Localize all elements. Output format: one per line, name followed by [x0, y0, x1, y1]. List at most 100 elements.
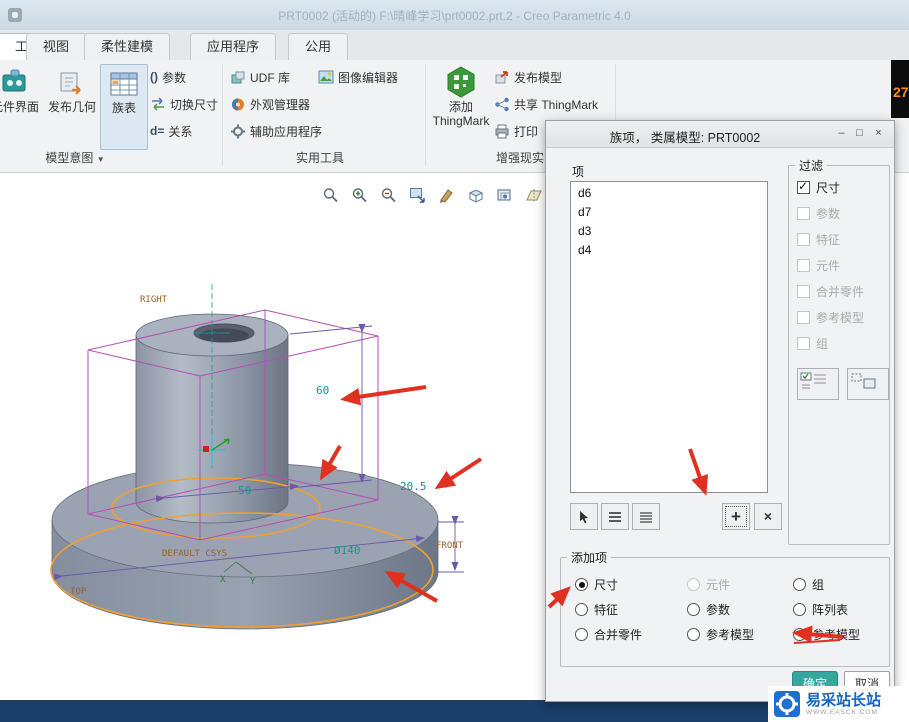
udf-library-icon	[231, 71, 245, 83]
datum-front-label[interactable]: FRONT	[436, 541, 464, 551]
copy-settings-button[interactable]	[847, 368, 889, 400]
dim-50[interactable]: 50	[238, 484, 251, 497]
dim-140[interactable]: Ø140	[334, 544, 361, 557]
zoom-in-button[interactable]	[347, 184, 373, 207]
filter-feature[interactable]: 特征	[789, 226, 889, 252]
list-item[interactable]: d3	[571, 222, 767, 241]
dim-60[interactable]: 60	[316, 384, 329, 397]
filter-dimension[interactable]: 尺寸	[789, 174, 889, 200]
radio-icon[interactable]	[687, 578, 700, 591]
filter-parameter[interactable]: 参数	[789, 200, 889, 226]
image-editor-button[interactable]: 图像编辑器	[318, 66, 398, 88]
publish-geometry-button[interactable]: 发布几何	[44, 64, 100, 148]
radio-dimension[interactable]: 尺寸	[575, 572, 687, 597]
filter-component[interactable]: 元件	[789, 252, 889, 278]
select-arrow-button[interactable]	[570, 503, 598, 530]
dialog-maximize-button[interactable]: □	[851, 126, 868, 142]
radio-selected-icon[interactable]	[575, 578, 588, 591]
radio-icon[interactable]	[575, 603, 588, 616]
share-thingmark-button[interactable]: 共享 ThingMark	[494, 93, 598, 115]
model-canvas[interactable]: 60 20.5 50 Ø140 RIGHT FRONT TOP DEFAULT …	[0, 172, 545, 702]
appearance-manager-button[interactable]: 外观管理器	[230, 93, 310, 115]
datum-top-label[interactable]: TOP	[70, 587, 87, 597]
checkbox-checked-icon[interactable]	[797, 179, 810, 194]
datum-right-label[interactable]: RIGHT	[140, 295, 168, 305]
image-editor-icon	[318, 70, 334, 84]
checkbox-icon[interactable]	[797, 336, 810, 350]
list-item[interactable]: d4	[571, 241, 767, 260]
axis-x-label: X	[220, 575, 226, 585]
radio-component[interactable]: 元件	[687, 572, 793, 597]
graphics-toolbar	[318, 184, 576, 208]
radio-pattern-table[interactable]: 阵列表	[793, 597, 889, 622]
radio-merge-part[interactable]: 合并零件	[575, 622, 687, 647]
radio-icon[interactable]	[575, 628, 588, 641]
axis-y-label: Y	[250, 577, 256, 587]
checkbox-icon[interactable]	[797, 258, 810, 272]
switch-dimensions-button[interactable]: 切换尺寸	[150, 93, 218, 115]
dialog-minimize-button[interactable]: –	[833, 126, 850, 142]
zoom-out-button[interactable]	[376, 184, 402, 207]
aux-applications-button[interactable]: 辅助应用程序	[230, 120, 322, 142]
group-model-intent[interactable]: 模型意图 ▼	[15, 149, 135, 166]
filter-merge-part[interactable]: 合并零件	[789, 278, 889, 304]
dialog-title-bar[interactable]: 族项， 类属模型: PRT0002 – □ ×	[546, 121, 894, 148]
radio-icon[interactable]	[687, 603, 700, 616]
list-item[interactable]: d6	[571, 184, 767, 203]
add-item-button[interactable]: +	[722, 503, 750, 530]
datum-display-button[interactable]	[521, 184, 547, 207]
radio-icon[interactable]	[687, 628, 700, 641]
dialog-title: 族项， 类属模型: PRT0002	[609, 131, 761, 145]
share-thingmark-icon	[495, 97, 509, 111]
remove-item-button[interactable]: ×	[754, 503, 782, 530]
checkbox-icon[interactable]	[797, 232, 810, 246]
radio-ref-model-2[interactable]: 参考模型	[793, 622, 889, 647]
tab-view[interactable]: 视图	[26, 33, 87, 61]
default-csys-label[interactable]: DEFAULT CSYS	[162, 549, 227, 559]
radio-icon[interactable]	[793, 603, 806, 616]
radio-group[interactable]: 组	[793, 572, 889, 597]
parameters-icon: ()	[150, 70, 158, 84]
add-thingmark-icon	[447, 66, 475, 98]
switch-dimensions-icon	[152, 97, 164, 111]
tab-applications[interactable]: 应用程序	[190, 33, 277, 61]
table-rows-button[interactable]	[601, 503, 629, 530]
group-utilities: 实用工具	[295, 151, 344, 165]
filter-group: 过滤 尺寸 参数 特征 元件 合并零件 参	[788, 157, 890, 545]
checkbox-icon[interactable]	[797, 206, 810, 220]
checkbox-icon[interactable]	[797, 310, 810, 324]
component-interface-button[interactable]: 元件界面	[0, 64, 44, 148]
dim-20-5[interactable]: 20.5	[400, 480, 427, 493]
udf-library-button[interactable]: UDF 库	[230, 66, 290, 88]
family-table-button[interactable]: 族表	[100, 64, 148, 150]
dialog-close-button[interactable]: ×	[870, 126, 887, 142]
add-thingmark-button[interactable]: 添加 ThingMark	[432, 62, 490, 146]
tab-common[interactable]: 公用	[288, 33, 349, 61]
radio-icon[interactable]	[793, 578, 806, 591]
refit-button[interactable]	[405, 184, 431, 207]
relations-button[interactable]: d= 关系	[150, 120, 192, 142]
radio-ref-model[interactable]: 参考模型	[687, 622, 793, 647]
list-item[interactable]: d7	[571, 203, 767, 222]
repaint-button[interactable]	[434, 184, 460, 207]
table-columns-button[interactable]	[632, 503, 660, 530]
add-item-group: 添加项 尺寸 元件 组 特征 参数 阵列表 合并零件 参考模型 参考模型	[560, 549, 890, 667]
filter-ref-model[interactable]: 参考模型	[789, 304, 889, 330]
zoom-select-button[interactable]	[318, 184, 344, 207]
saved-orientations-button[interactable]	[492, 184, 518, 207]
verify-button[interactable]	[797, 368, 839, 400]
print-button[interactable]: 打印	[494, 120, 538, 142]
watermark: 易采站长站 WWW.EASCK.COM	[768, 686, 909, 722]
parameters-button[interactable]: () 参数	[150, 66, 186, 88]
radio-icon[interactable]	[793, 628, 806, 641]
checkbox-icon[interactable]	[797, 284, 810, 298]
filter-label: 过滤	[799, 159, 824, 173]
filter-group-item[interactable]: 组	[789, 330, 889, 356]
radio-feature[interactable]: 特征	[575, 597, 687, 622]
radio-parameter[interactable]: 参数	[687, 597, 793, 622]
publish-model-button[interactable]: 发布模型	[494, 66, 562, 88]
tab-flexible-modeling[interactable]: 柔性建模	[84, 33, 171, 61]
family-items-list[interactable]: d6 d7 d3 d4	[570, 181, 768, 493]
add-item-label: 添加项	[571, 551, 608, 565]
display-style-button[interactable]	[463, 184, 489, 207]
